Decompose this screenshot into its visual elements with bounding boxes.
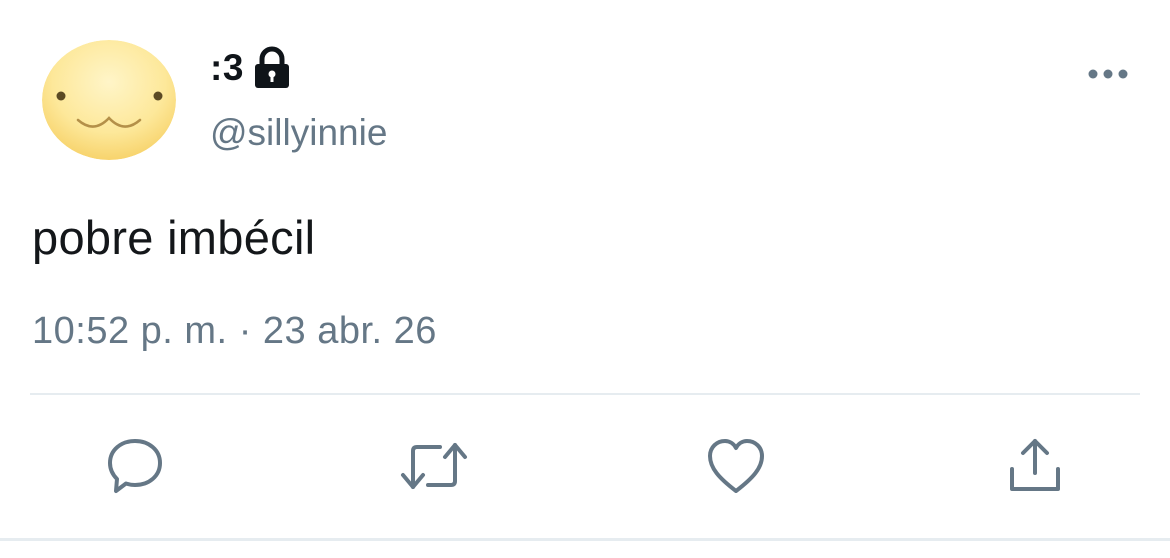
- action-bar: [0, 430, 1170, 502]
- share-icon: [1010, 439, 1060, 491]
- tweet-time: 10:52 p. m.: [32, 310, 228, 352]
- tweet-text: pobre imbécil: [32, 211, 316, 264]
- share-button[interactable]: [999, 430, 1071, 502]
- tweet: :3 @sillyinnie pobre imbécil 10:52 p. m.…: [0, 0, 1170, 558]
- tweet-timestamp[interactable]: 10:52 p. m. · 23 abr. 26: [32, 310, 437, 353]
- avatar-face: [42, 40, 176, 160]
- more-options-icon[interactable]: [1086, 60, 1130, 88]
- reply-icon: [108, 439, 162, 493]
- display-name-row: :3: [210, 44, 292, 92]
- user-handle[interactable]: @sillyinnie: [210, 112, 387, 154]
- reply-button[interactable]: [99, 430, 171, 502]
- divider: [30, 393, 1140, 395]
- retweet-button[interactable]: [398, 430, 470, 502]
- like-icon: [708, 439, 764, 493]
- bottom-divider: [0, 538, 1170, 541]
- timestamp-separator: ·: [238, 310, 252, 352]
- display-name[interactable]: :3: [210, 47, 244, 89]
- lock-icon: [252, 46, 292, 90]
- like-button[interactable]: [700, 430, 772, 502]
- tweet-date: 23 abr. 26: [262, 310, 437, 352]
- retweet-icon: [401, 443, 467, 489]
- avatar[interactable]: [42, 40, 176, 160]
